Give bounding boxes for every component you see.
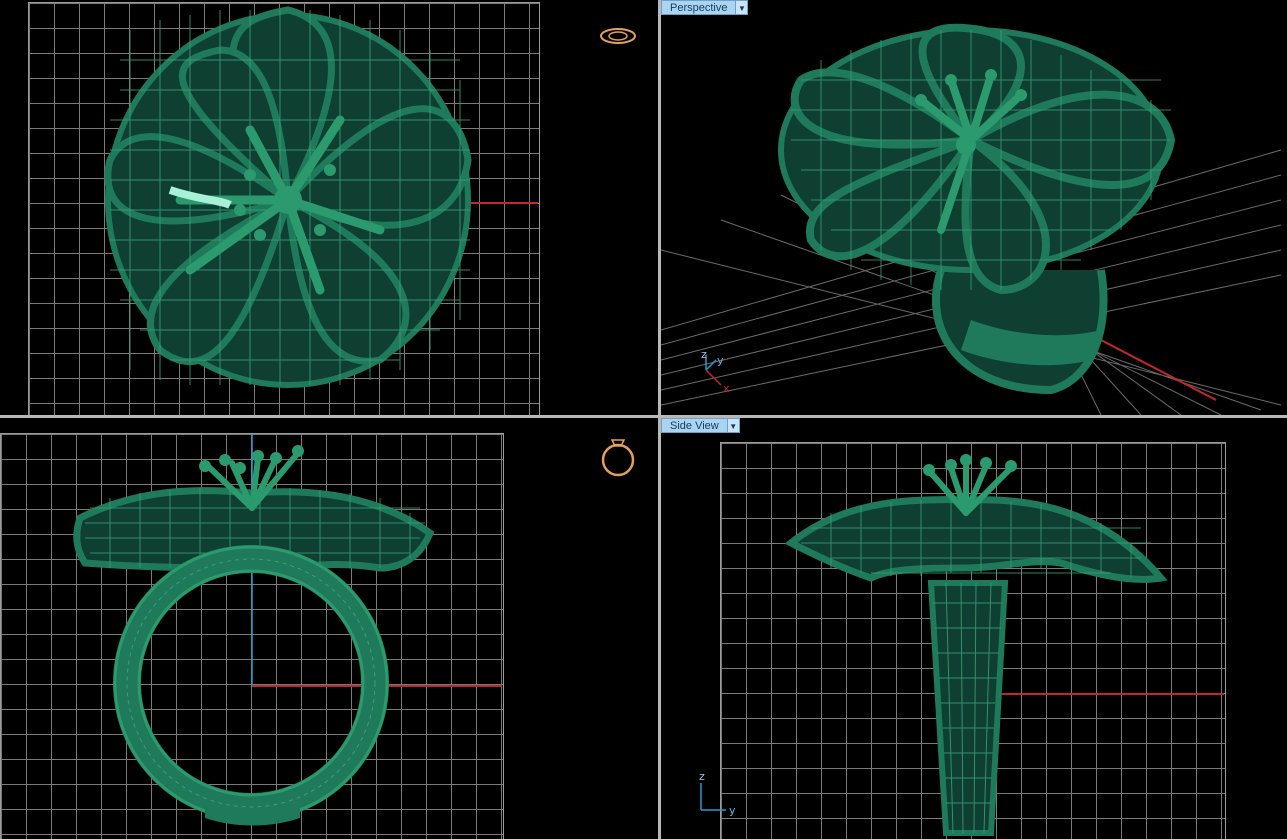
axis-gizmo: z y [699,770,736,817]
viewport-side[interactable]: z y Side View ▼ [661,418,1287,839]
axis-gizmo: z y x [701,348,730,395]
ring-top-view-icon[interactable] [598,26,638,46]
viewport-label-side[interactable]: Side View ▼ [661,418,740,433]
flower-side-model [784,454,1168,836]
top-view-model [104,6,538,388]
axis-z-label: z [699,770,705,783]
flower-top-model [104,6,472,388]
viewport-perspective[interactable]: z y x Perspective ▼ [661,0,1287,415]
viewport-top[interactable] [0,0,658,415]
ring-front-view-icon[interactable] [598,428,638,480]
axis-z-label: z [701,348,707,361]
dropdown-arrow-icon[interactable]: ▼ [736,0,749,15]
front-view-model [73,434,502,826]
viewport-label-perspective[interactable]: Perspective ▼ [661,0,749,15]
axis-y-label: y [729,804,736,817]
flower-perspective-model [778,23,1176,395]
viewport-divider-horizontal[interactable] [0,415,1287,418]
side-view-model: z y [699,454,1224,836]
viewport-name[interactable]: Side View [661,418,728,433]
perspective-grid: z y x [661,23,1282,415]
viewport-front[interactable] [0,418,658,839]
dropdown-arrow-icon[interactable]: ▼ [727,418,740,433]
axis-x-label: x [723,382,730,395]
axis-y-label: y [717,354,724,367]
viewport-name[interactable]: Perspective [661,0,737,15]
flower-front-model [73,445,435,826]
viewport-divider-vertical[interactable] [658,0,661,839]
